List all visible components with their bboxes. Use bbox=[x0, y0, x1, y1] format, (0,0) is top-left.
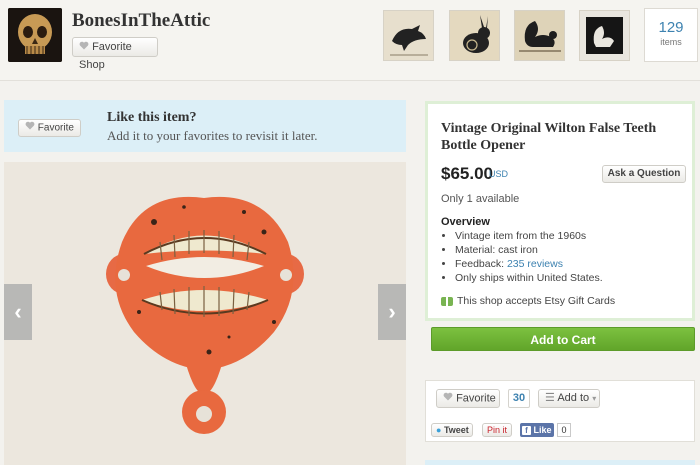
item-title: Vintage Original Wilton False Teeth Bott… bbox=[441, 121, 657, 153]
overview-item-vintage: Vintage item from the 1960s bbox=[455, 229, 603, 243]
shop-name[interactable]: BonesInTheAttic bbox=[72, 10, 210, 32]
facebook-like-count: 0 bbox=[557, 423, 571, 437]
overview-list: Vintage item from the 1960s Material: ca… bbox=[441, 229, 603, 285]
skull-icon bbox=[8, 8, 62, 62]
crow-target-thumbnail bbox=[384, 11, 433, 60]
add-to-label: Add to bbox=[557, 392, 590, 404]
add-to-cart-button[interactable]: Add to Cart bbox=[431, 327, 695, 351]
feedback-prefix: Feedback: bbox=[455, 258, 507, 270]
favorite-item-button[interactable]: Favorite bbox=[18, 119, 81, 137]
item-price: $65.00 bbox=[441, 164, 493, 183]
like-banner-title: Like this item? bbox=[107, 110, 197, 125]
twitter-bird-icon: ● bbox=[436, 425, 442, 435]
pin-it-button[interactable]: Pin it bbox=[482, 423, 512, 437]
shop-header: BonesInTheAttic Favorite Shop 129 items bbox=[0, 0, 700, 81]
next-photo-arrow[interactable]: › bbox=[378, 284, 406, 340]
price-currency[interactable]: USD bbox=[489, 169, 508, 179]
add-to-list-button[interactable]: ☰ Add to ▾ bbox=[538, 389, 600, 408]
facebook-like-label: Like bbox=[533, 425, 552, 435]
like-banner-subtitle: Add it to your favorites to revisit it l… bbox=[107, 128, 318, 143]
items-count-value: 129 bbox=[658, 19, 684, 36]
false-teeth-bottle-opener-image bbox=[4, 162, 406, 465]
list-icon: ☰ bbox=[545, 392, 555, 404]
listing-thumbnail-4[interactable] bbox=[579, 10, 630, 61]
ask-question-button[interactable]: Ask a Question bbox=[602, 165, 686, 183]
availability-text: Only 1 available bbox=[441, 193, 520, 205]
heart-icon bbox=[443, 390, 453, 407]
favorite-shop-button[interactable]: Favorite Shop bbox=[72, 37, 158, 71]
favorite-item-label: Favorite bbox=[37, 122, 74, 134]
squirrel-silhouette-thumbnail bbox=[580, 11, 629, 60]
chevron-down-icon: ▾ bbox=[592, 394, 597, 403]
gift-card-text: This shop accepts Etsy Gift Cards bbox=[457, 295, 616, 307]
heart-icon bbox=[79, 38, 89, 56]
previous-photo-arrow[interactable]: ‹ bbox=[4, 284, 32, 340]
overview-heading: Overview bbox=[441, 216, 490, 228]
facebook-icon: f bbox=[522, 426, 531, 435]
overview-item-material: Material: cast iron bbox=[455, 243, 603, 257]
listing-thumbnail-3[interactable] bbox=[514, 10, 565, 61]
favorite-button[interactable]: Favorite bbox=[436, 389, 500, 408]
shop-avatar[interactable] bbox=[8, 8, 62, 62]
favorite-button-label: Favorite bbox=[456, 392, 496, 405]
tweet-label: Tweet bbox=[443, 425, 469, 435]
rabbit-target-thumbnail bbox=[450, 11, 499, 60]
item-info-panel: Vintage Original Wilton False Teeth Bott… bbox=[425, 101, 695, 321]
shop-items-count[interactable]: 129 items bbox=[644, 8, 698, 62]
items-count-label: items bbox=[660, 37, 682, 47]
facebook-like-button[interactable]: f Like bbox=[520, 423, 554, 437]
next-panel-edge bbox=[425, 460, 695, 465]
social-actions-panel: Favorite 30 ☰ Add to ▾ ● Tweet Pin it f … bbox=[425, 380, 695, 442]
squirrel-target-thumbnail bbox=[515, 11, 564, 60]
heart-icon bbox=[25, 120, 35, 136]
overview-item-feedback: Feedback: 235 reviews bbox=[455, 257, 603, 271]
gift-card-notice: This shop accepts Etsy Gift Cards bbox=[441, 295, 615, 307]
gift-card-icon bbox=[441, 296, 453, 306]
favorite-count[interactable]: 30 bbox=[508, 389, 530, 408]
listing-thumbnail-1[interactable] bbox=[383, 10, 434, 61]
tweet-button[interactable]: ● Tweet bbox=[431, 423, 473, 437]
overview-item-shipping: Only ships within United States. bbox=[455, 271, 603, 285]
feedback-reviews-link[interactable]: 235 reviews bbox=[507, 258, 563, 270]
like-this-item-banner: Favorite Like this item? Add it to your … bbox=[4, 100, 406, 152]
listing-thumbnail-2[interactable] bbox=[449, 10, 500, 61]
listing-photo[interactable]: ‹ › bbox=[4, 162, 406, 465]
